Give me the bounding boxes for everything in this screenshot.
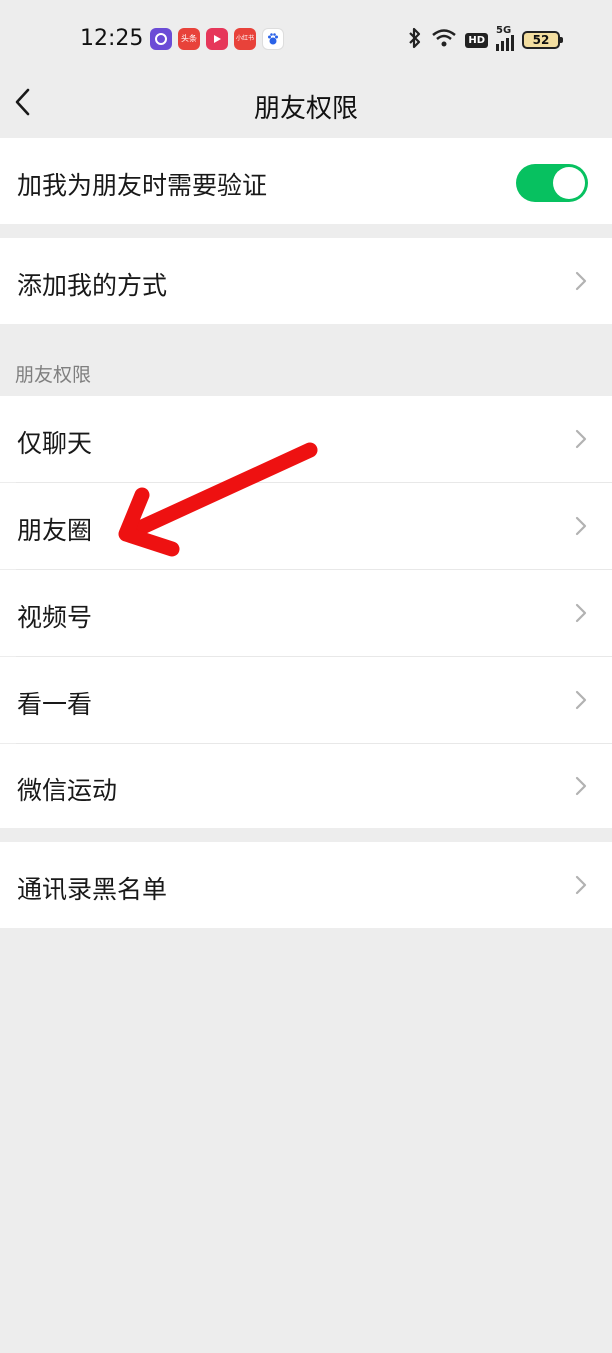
permission-item-top-stories[interactable]: 看一看	[0, 657, 612, 743]
permission-label: 仅聊天	[17, 429, 93, 458]
permission-item-chat-only[interactable]: 仅聊天	[0, 396, 612, 482]
hd-badge: HD	[465, 32, 488, 48]
permission-label: 看一看	[17, 690, 93, 719]
nav-bar: 朋友权限	[0, 80, 612, 138]
chevron-right-icon	[575, 776, 587, 796]
section-header: 朋友权限	[15, 364, 92, 386]
blacklist-label: 通讯录黑名单	[17, 875, 168, 904]
shop-app-icon: 小红书	[234, 28, 256, 50]
chevron-right-icon	[575, 690, 587, 710]
add-method-label: 添加我的方式	[17, 271, 168, 300]
chevron-right-icon	[575, 875, 587, 895]
status-time: 12:25	[80, 26, 144, 51]
chevron-right-icon	[575, 603, 587, 623]
baidu-app-icon	[262, 28, 284, 50]
verify-toggle[interactable]	[516, 164, 588, 202]
permission-label: 朋友圈	[17, 516, 93, 545]
permission-label: 微信运动	[17, 776, 118, 805]
network-type-label: 5G	[496, 25, 512, 36]
chevron-right-icon	[575, 429, 587, 449]
toutiao-app-icon: 头条	[178, 28, 200, 50]
system-icons: HD 5G 52	[407, 25, 563, 53]
blacklist-row[interactable]: 通讯录黑名单	[0, 842, 612, 928]
circle-app-icon	[150, 28, 172, 50]
notification-app-icons: 头条 小红书	[150, 28, 284, 50]
battery-indicator: 52	[522, 31, 563, 49]
permission-label: 视频号	[17, 603, 93, 632]
status-bar: 12:25 头条 小红书 HD 5G 52	[0, 0, 612, 80]
permission-item-channels[interactable]: 视频号	[0, 570, 612, 656]
permission-item-werun[interactable]: 微信运动	[0, 744, 612, 828]
signal-icon: 5G	[496, 25, 514, 51]
verify-label: 加我为朋友时需要验证	[17, 171, 268, 200]
bluetooth-icon	[407, 27, 423, 53]
chevron-right-icon	[575, 516, 587, 536]
wifi-icon	[431, 28, 457, 52]
add-method-row[interactable]: 添加我的方式	[0, 238, 612, 324]
permission-item-moments[interactable]: 朋友圈	[0, 483, 612, 569]
video-app-icon	[206, 28, 228, 50]
toggle-knob	[553, 167, 585, 199]
chevron-right-icon	[575, 271, 587, 291]
page-title: 朋友权限	[253, 94, 358, 124]
